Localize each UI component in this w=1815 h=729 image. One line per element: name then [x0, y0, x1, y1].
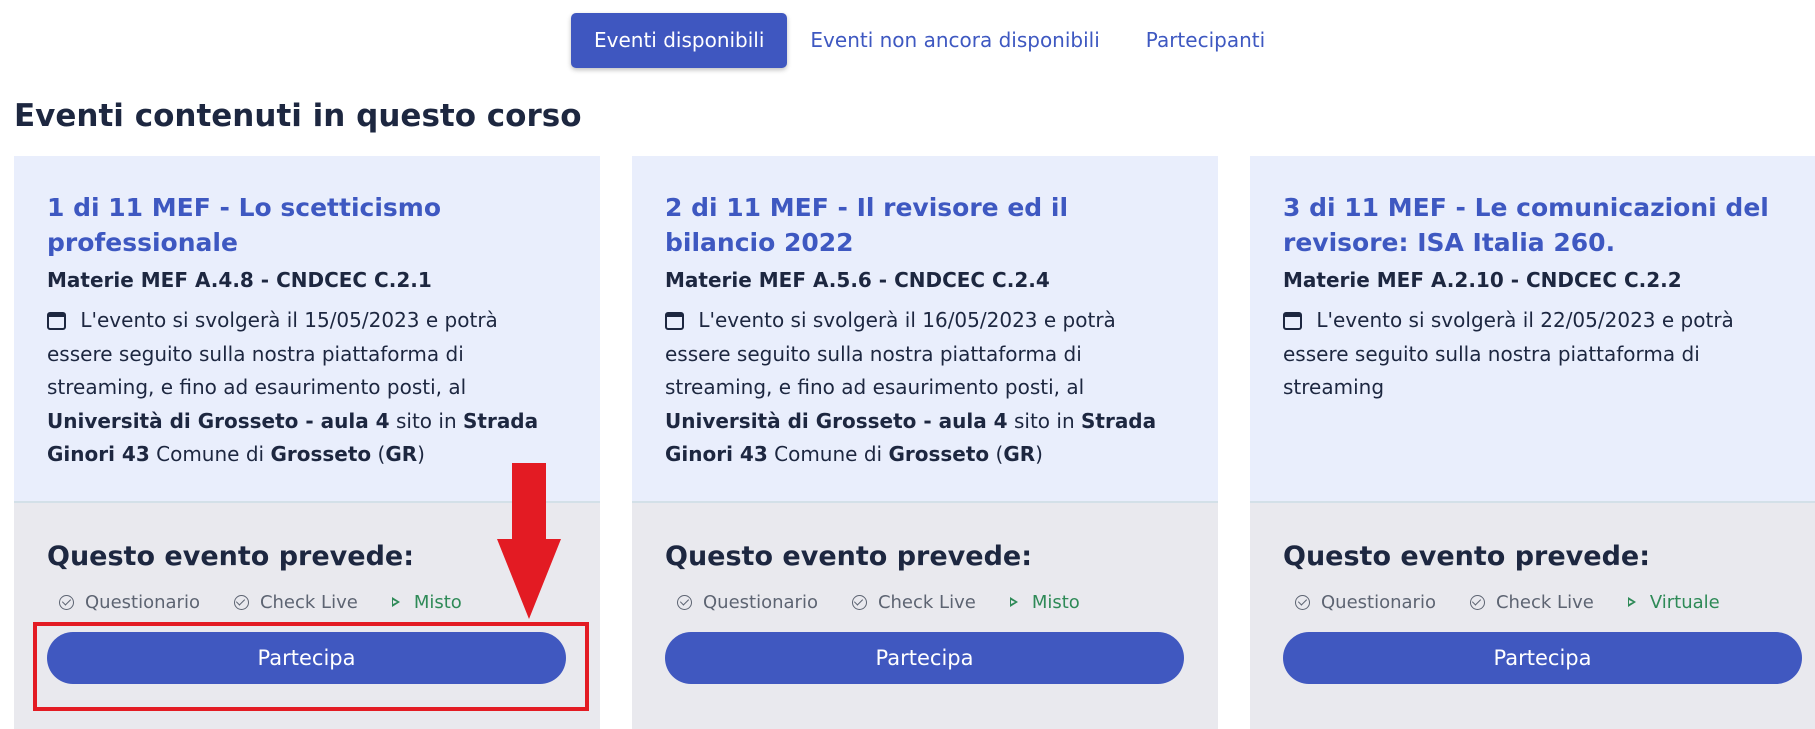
event-card-header: 2 di 11 MEF - Il revisore ed il bilancio…	[632, 156, 1218, 503]
event-province: GR	[1003, 442, 1036, 466]
check-circle-icon	[1295, 594, 1310, 610]
mode-label: Misto	[1031, 591, 1080, 613]
partecipa-button[interactable]: Partecipa	[1283, 632, 1802, 684]
feature-mode: Misto	[1009, 591, 1080, 613]
feature-check-live: Check Live	[1469, 591, 1594, 613]
event-subject: Materie MEF A.2.10 - CNDCEC C.2.2	[1283, 268, 1682, 292]
tab-partecipanti[interactable]: Partecipanti	[1123, 13, 1288, 68]
sito-in-label: sito in	[1013, 408, 1075, 433]
event-city: Grosseto	[270, 442, 372, 466]
calendar-icon	[1283, 312, 1302, 330]
event-description: L'evento si svolgerà il 22/05/2023 e pot…	[1283, 304, 1803, 405]
feature-list: Questionario Check Live Misto	[665, 589, 1185, 615]
event-card-footer: Questo evento prevede: Questionario Chec…	[632, 537, 1218, 684]
event-description: L'evento si svolgerà il 15/05/2023 e pot…	[47, 308, 539, 466]
play-icon	[1009, 597, 1018, 607]
event-card-footer: Questo evento prevede: Questionario Chec…	[1250, 537, 1815, 684]
feature-label: Check Live	[1495, 591, 1594, 613]
event-venue: Università di Grosseto - aula 4	[47, 408, 390, 433]
sito-in-label: sito in	[395, 408, 457, 433]
event-title[interactable]: 2 di 11 MEF - Il revisore ed il bilancio…	[665, 190, 1185, 260]
mode-label: Virtuale	[1649, 591, 1720, 613]
comune-label: Comune di	[156, 442, 265, 466]
check-circle-icon	[677, 594, 692, 610]
feature-questionario: Questionario	[1295, 592, 1436, 613]
event-description-text: L'evento si svolgerà il 16/05/2023 e pot…	[665, 308, 1116, 399]
feature-list: Questionario Check Live Misto	[47, 589, 567, 615]
feature-list: Questionario Check Live Virtuale	[1283, 589, 1803, 615]
feature-questionario: Questionario	[59, 592, 200, 613]
comune-label: Comune di	[774, 442, 883, 466]
event-province: GR	[385, 442, 418, 466]
tab-eventi-disponibili[interactable]: Eventi disponibili	[571, 13, 788, 68]
event-card: 2 di 11 MEF - Il revisore ed il bilancio…	[632, 156, 1218, 729]
partecipa-button[interactable]: Partecipa	[665, 632, 1184, 684]
event-title[interactable]: 1 di 11 MEF - Lo scetticismo professiona…	[47, 190, 567, 260]
feature-check-live: Check Live	[233, 591, 358, 613]
feature-label: Questionario	[703, 591, 818, 613]
play-icon	[1627, 597, 1636, 607]
prevede-heading: Questo evento prevede:	[47, 541, 415, 572]
mode-label: Misto	[413, 591, 462, 613]
event-city: Grosseto	[888, 442, 990, 466]
event-description-text: L'evento si svolgerà il 15/05/2023 e pot…	[47, 308, 498, 399]
feature-mode: Virtuale	[1627, 591, 1720, 613]
event-card-header: 3 di 11 MEF - Le comunicazioni del revis…	[1250, 156, 1815, 503]
event-description-text: L'evento si svolgerà il 22/05/2023 e pot…	[1283, 308, 1734, 399]
tab-eventi-non-ancora-disponibili[interactable]: Eventi non ancora disponibili	[787, 13, 1122, 68]
feature-label: Questionario	[85, 591, 200, 613]
page: Eventi disponibili Eventi non ancora dis…	[0, 0, 1815, 729]
check-circle-icon	[1469, 594, 1485, 610]
feature-label: Check Live	[259, 591, 358, 613]
feature-questionario: Questionario	[677, 592, 818, 613]
event-venue: Università di Grosseto - aula 4	[665, 408, 1008, 433]
event-card-header: 1 di 11 MEF - Lo scetticismo professiona…	[14, 156, 600, 503]
calendar-icon	[47, 312, 66, 330]
section-title: Eventi contenuti in questo corso	[14, 98, 582, 134]
prevede-heading: Questo evento prevede:	[1283, 541, 1651, 572]
event-subject: Materie MEF A.4.8 - CNDCEC C.2.1	[47, 268, 432, 292]
feature-check-live: Check Live	[851, 591, 976, 613]
feature-label: Questionario	[1321, 591, 1436, 613]
event-subject: Materie MEF A.5.6 - CNDCEC C.2.4	[665, 268, 1050, 292]
play-icon	[391, 597, 400, 607]
prevede-heading: Questo evento prevede:	[665, 541, 1033, 572]
event-title[interactable]: 3 di 11 MEF - Le comunicazioni del revis…	[1283, 190, 1803, 260]
calendar-icon	[665, 312, 684, 330]
feature-mode: Misto	[391, 591, 462, 613]
event-card: 3 di 11 MEF - Le comunicazioni del revis…	[1250, 156, 1815, 729]
tab-bar: Eventi disponibili Eventi non ancora dis…	[571, 13, 1288, 68]
check-circle-icon	[233, 594, 249, 610]
down-arrow-icon	[497, 463, 561, 619]
check-circle-icon	[59, 594, 74, 610]
feature-label: Check Live	[877, 591, 976, 613]
event-description: L'evento si svolgerà il 16/05/2023 e pot…	[665, 308, 1157, 466]
check-circle-icon	[851, 594, 867, 610]
highlight-box	[33, 622, 589, 711]
